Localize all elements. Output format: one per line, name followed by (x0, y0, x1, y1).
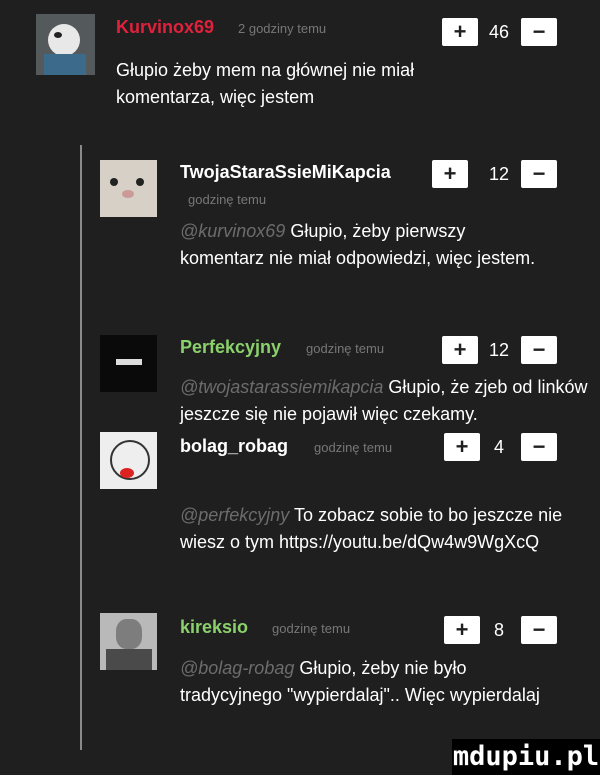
downvote-button[interactable]: − (521, 160, 557, 188)
vote-count: 12 (488, 340, 510, 360)
watermark: mdupiu.pl (452, 739, 600, 775)
comment-mention[interactable]: @twojastarassiemikapcia (180, 377, 383, 397)
comment-author[interactable]: TwojaStaraSsieMiKapcia (180, 162, 391, 183)
avatar[interactable] (100, 335, 157, 392)
comment-author[interactable]: kireksio (180, 617, 248, 638)
downvote-button[interactable]: − (521, 433, 557, 461)
upvote-button[interactable]: + (442, 336, 478, 364)
avatar[interactable] (100, 613, 157, 670)
upvote-button[interactable]: + (444, 616, 480, 644)
comment-time: godzinę temu (306, 341, 385, 356)
avatar[interactable] (100, 160, 157, 217)
upvote-button[interactable]: + (432, 160, 468, 188)
avatar[interactable] (36, 14, 95, 75)
thread-line (80, 145, 82, 750)
comment-author[interactable]: Kurvinox69 (116, 17, 214, 38)
comment-time: godzinę temu (272, 621, 351, 636)
comment-time: 2 godziny temu (238, 21, 327, 36)
comment-text: @twojastarassiemikapcia Głupio, że zjeb … (180, 377, 588, 424)
vote-count: 12 (488, 164, 510, 184)
comment-mention[interactable]: @bolag-robag (180, 658, 294, 678)
vote-count: 4 (493, 437, 504, 457)
downvote-button[interactable]: − (521, 336, 557, 364)
downvote-button[interactable]: − (521, 616, 557, 644)
vote-count: 46 (488, 22, 510, 42)
upvote-button[interactable]: + (442, 18, 478, 46)
comment-text: Głupio żeby mem na głównej nie miał kome… (116, 60, 415, 107)
comment-text: @kurvinox69 Głupio, żeby pierwszy koment… (180, 221, 536, 268)
comment-text: @perfekcyjny To zobacz sobie to bo jeszc… (180, 505, 563, 552)
comment-time: godzinę temu (314, 440, 393, 455)
avatar[interactable] (100, 432, 157, 489)
downvote-button[interactable]: − (521, 18, 557, 46)
upvote-button[interactable]: + (444, 433, 480, 461)
comment-text: @bolag-robag Głupio, żeby nie było trady… (180, 658, 540, 705)
vote-count: 8 (493, 620, 504, 640)
comment-author[interactable]: Perfekcyjny (180, 337, 281, 358)
comment-author[interactable]: bolag_robag (180, 436, 288, 457)
comment-mention[interactable]: @perfekcyjny (180, 505, 289, 525)
comment-time: godzinę temu (188, 192, 267, 207)
comment-mention[interactable]: @kurvinox69 (180, 221, 285, 241)
